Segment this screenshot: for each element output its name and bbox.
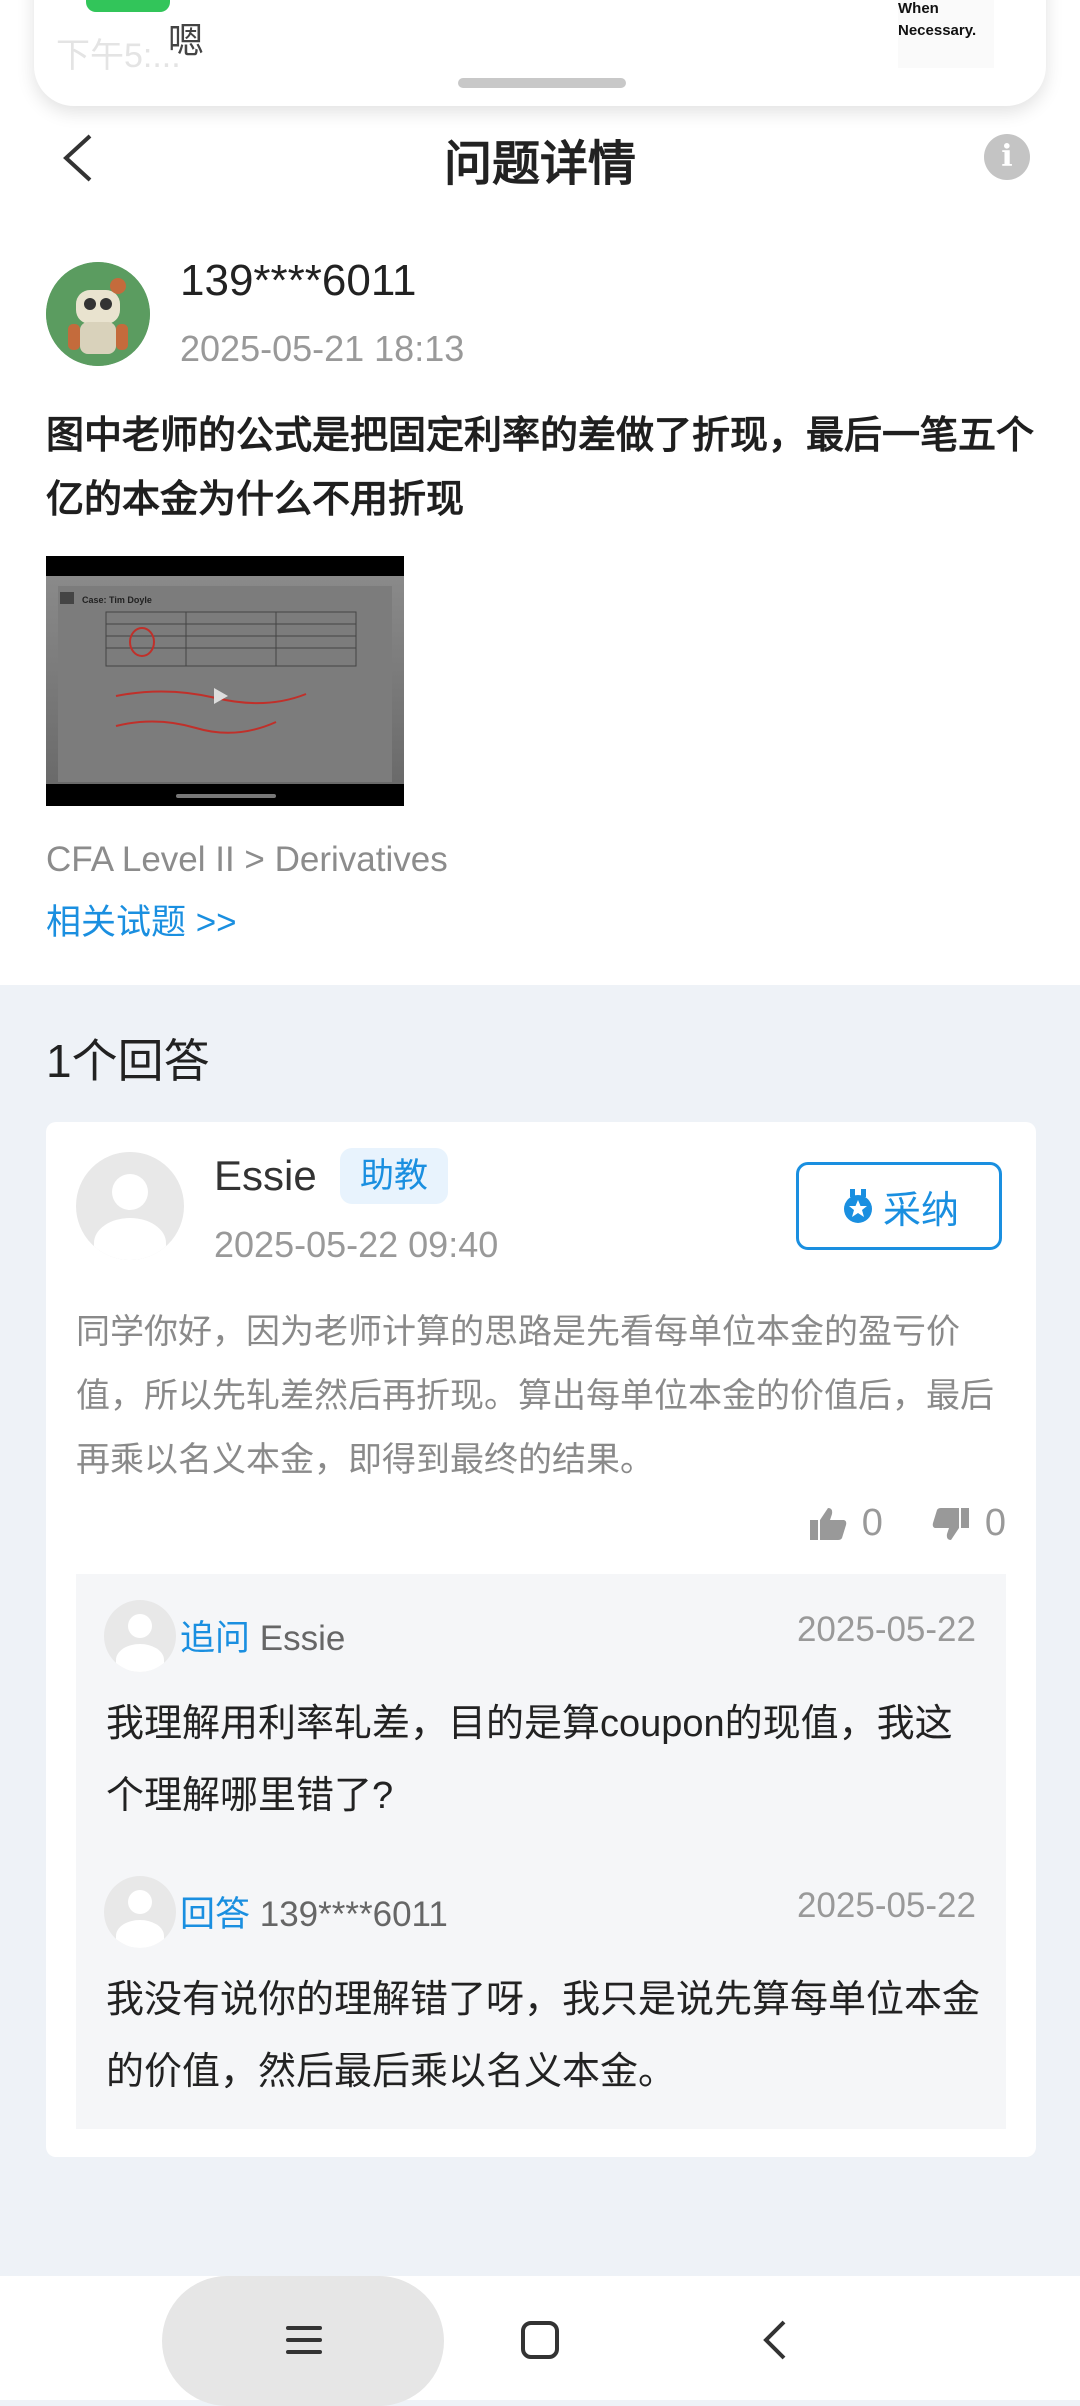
- page-title: 问题详情: [443, 138, 636, 191]
- app-icon: [86, 0, 170, 12]
- question-username: 139****6011: [180, 256, 417, 305]
- like-count: 0: [861, 1502, 883, 1544]
- back-nav-icon[interactable]: [754, 2316, 798, 2364]
- answer-time: 2025-05-22 09:40: [214, 1224, 499, 1265]
- answer-card: Essie 助教 2025-05-22 09:40 采纳 同学你好，因为老师计算…: [46, 1122, 1036, 2157]
- reply-date: 2025-05-22: [796, 1886, 976, 1925]
- home-icon[interactable]: [518, 2318, 562, 2362]
- vote-bar: 0 0: [808, 1502, 1006, 1545]
- status-time: 下午5:...: [56, 37, 181, 75]
- question-time: 2025-05-21 18:13: [180, 328, 465, 369]
- answer-count: 1个回答: [46, 1035, 210, 1087]
- followup-date: 2025-05-22: [796, 1610, 976, 1649]
- reply-text: 我没有说你的理解错了呀，我只是说先算每单位本金的价值，然后最后乘以名义本金。: [106, 1979, 981, 2093]
- video-screenshot: Case: Tim Doyle: [46, 576, 404, 784]
- lecture-slide-graphic: Case: Tim Doyle: [58, 586, 392, 782]
- slide-caption: Case: Tim Doyle: [82, 595, 152, 605]
- avatar[interactable]: [104, 1600, 176, 1672]
- followup-text: 我理解用利率轧差，目的是算coupon的现值，我这个理解哪里错了?: [106, 1703, 953, 1817]
- reply-kind: 回答: [180, 1895, 251, 1934]
- dislike-count: 0: [984, 1502, 1006, 1544]
- menu-icon[interactable]: [282, 2318, 326, 2362]
- adopt-button[interactable]: 采纳: [796, 1162, 1002, 1250]
- followup-thread: 追问 Essie 2025-05-22 我理解用利率轧差，目的是算coupon的…: [76, 1574, 1006, 2129]
- avatar[interactable]: [76, 1152, 184, 1260]
- avatar[interactable]: [46, 262, 150, 366]
- robot-avatar-icon: [46, 262, 150, 366]
- notification-banner[interactable]: 嗯 When Necessary.: [34, 0, 1046, 106]
- thumbs-up-icon[interactable]: [808, 1506, 848, 1542]
- reply-user: 139****6011: [259, 1895, 448, 1934]
- info-icon[interactable]: i: [984, 134, 1030, 180]
- answer-text: 同学你好，因为老师计算的思路是先看每单位本金的盈亏价值，所以先轧差然后再折现。算…: [76, 1313, 994, 1479]
- followup-label: 追问 Essie: [180, 1610, 345, 1661]
- reply-label: 回答 139****6011: [180, 1886, 448, 1937]
- category-breadcrumb[interactable]: CFA Level II > Derivatives: [46, 840, 448, 880]
- question-image[interactable]: Case: Tim Doyle: [46, 556, 404, 806]
- avatar[interactable]: [104, 1876, 176, 1948]
- related-questions-link[interactable]: 相关试题 >>: [46, 894, 237, 945]
- followup-user: Essie: [259, 1619, 346, 1658]
- medal-icon: [843, 1189, 872, 1223]
- video-progress: [176, 794, 276, 798]
- adopt-label: 采纳: [882, 1189, 959, 1232]
- thumbs-down-icon[interactable]: [931, 1506, 971, 1542]
- notification-thumbnail: When Necessary.: [898, 0, 994, 68]
- answerer-name: Essie: [214, 1152, 317, 1199]
- followup-kind: 追问: [180, 1619, 251, 1658]
- question-text: 图中老师的公式是把固定利率的差做了折现，最后一笔五个亿的本金为什么不用折现: [46, 415, 1035, 521]
- drag-handle[interactable]: [458, 78, 626, 88]
- role-badge: 助教: [340, 1148, 448, 1204]
